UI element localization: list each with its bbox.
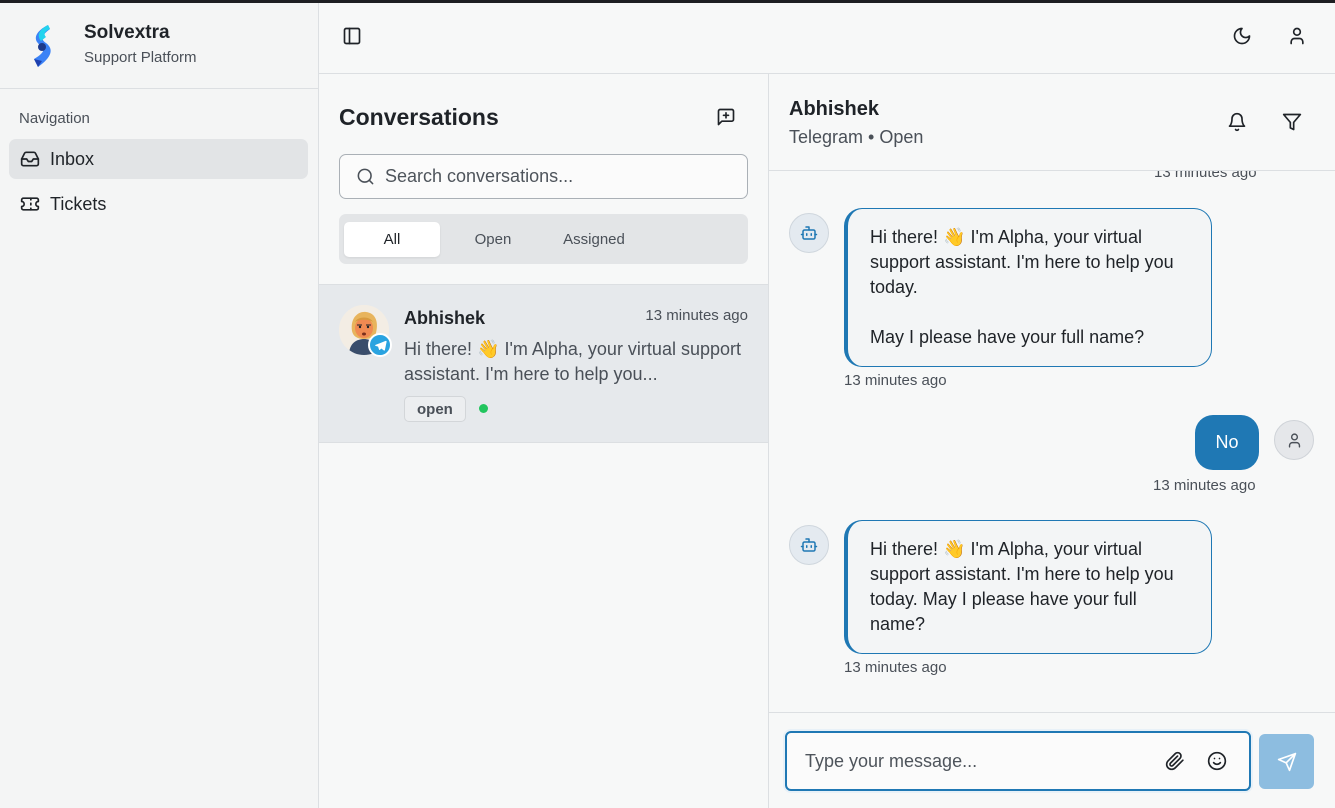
- sidebar: Solvextra Support Platform Navigation In…: [0, 3, 319, 808]
- solvextra-logo-icon: [34, 25, 51, 67]
- status-badge: open: [404, 396, 466, 422]
- bot-message-bubble: Hi there! 👋 I'm Alpha, your virtual supp…: [844, 208, 1212, 367]
- bell-icon: [1228, 112, 1246, 132]
- conversations-title: Conversations: [339, 104, 499, 130]
- chat-contact-name: Abhishek: [789, 98, 880, 120]
- message-timestamp: 13 minutes ago: [844, 372, 947, 389]
- sidebar-toggle-icon: [343, 27, 361, 45]
- search-input[interactable]: [385, 166, 725, 187]
- message-timestamp: 13 minutes ago: [1153, 477, 1256, 494]
- brand-subtitle: Support Platform: [84, 49, 197, 66]
- top-header: [319, 3, 1335, 74]
- ticket-icon: [20, 194, 40, 214]
- inbox-icon: [20, 149, 40, 169]
- chat-channel-status: Telegram • Open: [789, 127, 924, 147]
- user-icon: [1290, 27, 1304, 45]
- tab-assigned[interactable]: Assigned: [546, 222, 642, 257]
- message-list: 13 minutes ago Hi there! 👋 I'm Alpha, yo…: [769, 171, 1335, 712]
- sidebar-item-inbox[interactable]: Inbox: [9, 139, 308, 179]
- send-button[interactable]: [1259, 734, 1314, 789]
- chat-panel: Abhishek Telegram • Open 13 minutes ago …: [769, 74, 1335, 808]
- user-icon: [1288, 432, 1300, 448]
- paperclip-icon: [1165, 751, 1184, 771]
- moon-icon: [1233, 27, 1251, 45]
- smile-icon: [1207, 751, 1227, 771]
- send-icon: [1277, 752, 1296, 771]
- message-input-box[interactable]: [785, 731, 1251, 791]
- conversation-preview: Hi there! 👋 I'm Alpha, your virtual supp…: [404, 339, 741, 384]
- chat-header: Abhishek Telegram • Open: [769, 74, 1335, 171]
- tab-open[interactable]: Open: [444, 222, 542, 257]
- message-composer: [769, 712, 1335, 808]
- conversation-contact-name: Abhishek: [404, 308, 486, 328]
- message-input[interactable]: [805, 750, 1145, 772]
- conversation-time: 13 minutes ago: [645, 307, 748, 324]
- conversation-list-item[interactable]: Abhishek 13 minutes ago Hi there! 👋 I'm …: [319, 284, 768, 443]
- online-status-dot: [479, 404, 488, 413]
- bot-icon: [800, 538, 818, 552]
- bot-icon: [800, 226, 818, 240]
- filter-button[interactable]: [1277, 107, 1307, 137]
- bot-avatar: [789, 213, 829, 253]
- sidebar-item-label: Inbox: [50, 148, 95, 169]
- conversations-panel: Conversations All Open Assigned: [319, 74, 769, 808]
- message-timestamp: 13 minutes ago: [1154, 171, 1257, 181]
- search-icon: [357, 168, 374, 185]
- emoji-button[interactable]: [1205, 749, 1229, 773]
- telegram-icon: [368, 333, 392, 357]
- filter-icon: [1282, 113, 1302, 131]
- bot-avatar: [789, 525, 829, 565]
- tab-all[interactable]: All: [344, 222, 440, 257]
- nav-section-label: Navigation: [19, 110, 90, 127]
- theme-toggle-button[interactable]: [1227, 21, 1257, 51]
- brand-header: Solvextra Support Platform: [0, 3, 318, 89]
- user-menu-button[interactable]: [1282, 21, 1312, 51]
- sidebar-toggle-button[interactable]: [337, 21, 367, 51]
- user-message-bubble: No: [1195, 415, 1259, 470]
- bot-message-bubble: Hi there! 👋 I'm Alpha, your virtual supp…: [844, 520, 1212, 654]
- search-box[interactable]: [339, 154, 748, 199]
- new-conversation-button[interactable]: [713, 104, 739, 130]
- attach-button[interactable]: [1163, 749, 1187, 773]
- notifications-button[interactable]: [1222, 107, 1252, 137]
- sidebar-item-label: Tickets: [50, 193, 107, 214]
- user-avatar: [1274, 420, 1314, 460]
- sidebar-item-tickets[interactable]: Tickets: [9, 184, 308, 224]
- conversation-filter-tabs: All Open Assigned: [339, 214, 748, 264]
- message-timestamp: 13 minutes ago: [844, 659, 947, 676]
- message-plus-icon: [717, 108, 735, 126]
- brand-name: Solvextra: [84, 22, 170, 43]
